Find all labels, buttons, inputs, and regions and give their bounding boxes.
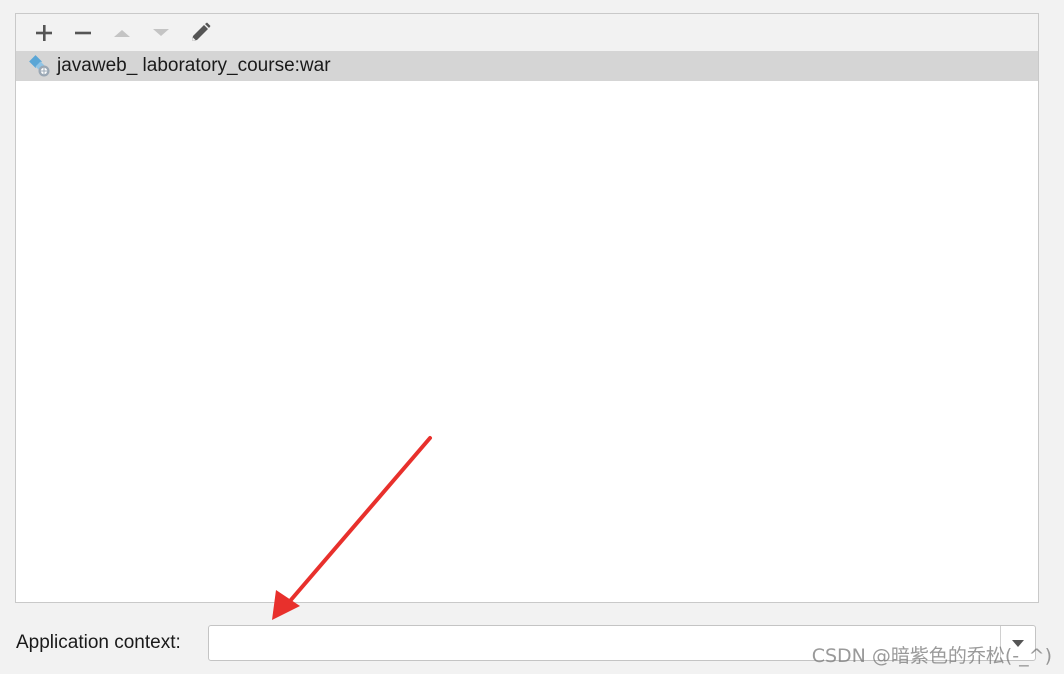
chevron-down-icon <box>1012 639 1024 647</box>
move-down-icon <box>152 28 169 36</box>
move-up-button[interactable] <box>102 14 141 51</box>
list-toolbar <box>16 14 1038 51</box>
application-context-label: Application context: <box>16 632 181 653</box>
list-item-label: javaweb_ laboratory_course:war <box>57 55 331 76</box>
application-context-input[interactable] <box>209 626 1000 660</box>
remove-icon <box>74 31 91 34</box>
artifact-list: javaweb_ laboratory_course:war <box>16 51 1038 81</box>
application-context-row: Application context: <box>16 624 1036 662</box>
list-item[interactable]: javaweb_ laboratory_course:war <box>16 51 1038 81</box>
edit-icon <box>191 22 210 41</box>
move-down-button[interactable] <box>141 14 180 51</box>
war-artifact-icon <box>28 54 52 78</box>
dropdown-button[interactable] <box>1000 626 1035 660</box>
application-context-combobox[interactable] <box>208 625 1036 661</box>
move-up-icon <box>113 29 130 37</box>
remove-button[interactable] <box>63 14 102 51</box>
edit-button[interactable] <box>180 14 219 51</box>
add-button[interactable] <box>24 14 63 51</box>
add-icon <box>35 24 52 41</box>
deployment-settings-page: javaweb_ laboratory_course:war Applicati… <box>0 0 1064 674</box>
artifact-list-panel: javaweb_ laboratory_course:war <box>15 13 1039 603</box>
